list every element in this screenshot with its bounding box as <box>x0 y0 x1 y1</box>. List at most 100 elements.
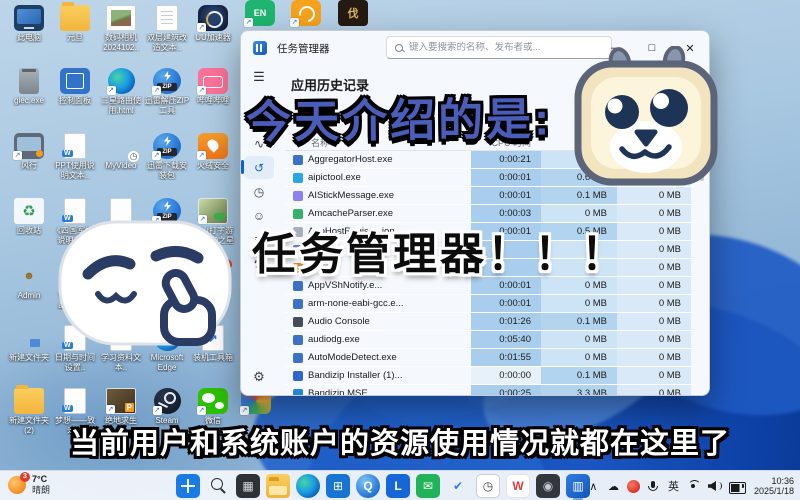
shortcut-arrow-icon: ↗ <box>13 151 22 160</box>
desktop-icon-en-app[interactable]: EN ↗ <box>237 0 283 28</box>
taskbar-task-app-icon[interactable]: ▦ <box>236 474 260 498</box>
tray-battery-icon[interactable] <box>728 478 746 494</box>
tray-volume-icon[interactable] <box>708 478 722 494</box>
desktop-icon-game-dark-app[interactable]: 伐 <box>330 0 376 28</box>
desktop-icon-orange-app[interactable]: ↗ <box>283 0 329 28</box>
taskbar-green-app-icon[interactable]: ✉ <box>416 474 440 498</box>
sidebar-item-app-history[interactable]: ↺ <box>241 156 274 179</box>
notifications-cell: 0 MB <box>617 205 691 222</box>
caption-middle: 任务管理器！！！ <box>252 230 628 279</box>
cpu-time-cell: 0:00:01 <box>471 187 541 204</box>
desktop-icon-photo-file[interactable]: 数码相机2024102.. <box>98 5 144 52</box>
notifications-cell: 0 MB <box>617 367 691 384</box>
taskbar-search-icon[interactable] <box>206 474 230 498</box>
desktop-icon-huorong[interactable]: ↗ 火绒安全 <box>190 133 236 171</box>
taskbar-explorer-icon[interactable] <box>266 474 290 498</box>
tray-chevron-icon[interactable]: ∧ <box>587 478 600 494</box>
process-name: AggregatorHost.exe <box>308 154 393 165</box>
desktop-icon-label: 元旦 <box>67 33 83 42</box>
task-manager-app-icon <box>253 41 267 55</box>
desktop-icon-admin-folder[interactable]: ☻ Admin <box>6 263 52 301</box>
caption-top: 今天介绍的是: <box>245 93 553 148</box>
desktop-icon-doc-file-1[interactable]: 双层建筑改造文本.. <box>144 5 190 52</box>
taskbar-docs-app-icon[interactable]: L <box>386 474 410 498</box>
table-row[interactable]: AutoModeDetect.exe 0:01:55 0 MB 0 MB <box>285 349 695 367</box>
tray-wifi-icon[interactable] <box>687 478 701 494</box>
taskbar-clock[interactable]: 10:36 2025/1/18 <box>754 476 794 497</box>
desktop-icon-zip-tool-2[interactable]: ZIP ↗ 迅雷下载安装包 <box>144 133 190 180</box>
desktop-icon-label: 迅雷下载安装包 <box>147 161 187 180</box>
menu-icon[interactable]: ☰ <box>253 69 265 85</box>
taskbar-store-icon[interactable]: ⊞ <box>326 474 350 498</box>
clock-date: 2025/1/18 <box>753 486 794 496</box>
desktop-icon-giec-exe[interactable]: giec.exe <box>6 68 52 106</box>
desktop-icon-label: giec.exe <box>14 96 44 105</box>
tray-mic-icon[interactable] <box>647 478 660 494</box>
folderuser-icon: ☻ <box>23 270 35 282</box>
desktop-icon-tool-app[interactable]: ↗ 风行 <box>6 133 52 171</box>
desktop-icon-bilibili[interactable]: ↗ 哔哩哔哩 <box>190 68 236 106</box>
desktop-icon-label: PPT使用说明文本.. <box>55 161 95 180</box>
shortcut-arrow-icon: ↗ <box>106 86 116 95</box>
desktop-icon-word-doc-1[interactable]: W PPT使用说明文本.. <box>52 133 98 180</box>
desktop-icon-label: 风行 <box>21 161 37 170</box>
desktop-icon-uu-booster[interactable]: ↗ UU加速器 <box>190 5 236 43</box>
notifications-cell: 0 MB <box>617 313 691 330</box>
desktop-icon-router-html[interactable]: ↗ 三星路由使用.html <box>98 68 144 115</box>
taskbar-cam-app-icon[interactable]: ◉ <box>536 474 560 498</box>
folder-icon <box>60 2 90 31</box>
sidebar-item-startup-apps[interactable]: ◷ <box>244 180 274 203</box>
process-name: Bandizip Installer (1)... <box>308 370 403 381</box>
bear-mascot-sticker <box>570 45 722 190</box>
desktop-icon-myvideo-folder[interactable]: ◷ MyVideo <box>98 133 144 171</box>
taskbar-quark-icon[interactable]: Q <box>356 474 380 498</box>
cpu-time-cell: 0:00:01 <box>471 295 541 312</box>
edge-icon: ↗ <box>106 68 135 95</box>
weather-badge: 3 <box>20 472 30 482</box>
cpu-time-cell: 0:05:40 <box>471 331 541 348</box>
tray-ime-icon[interactable]: 英 <box>667 478 680 494</box>
desktop-icon-label: 新建文件夹(2) <box>9 416 49 435</box>
folderclock-icon: ◷ <box>128 151 139 162</box>
process-name: arm-none-eabi-gcc.e... <box>308 298 404 309</box>
settings-gear-icon[interactable]: ⚙ <box>253 369 265 385</box>
desktop-icon-new-folder[interactable]: 新建文件夹 <box>6 325 52 363</box>
table-row[interactable]: Bandizip MSE 0:00:25 3.3 MB 0 MB <box>285 385 695 395</box>
cpu-time-cell: 0:00:00 <box>471 367 541 384</box>
desktop-icon-recycle-bin[interactable]: ♻ 回收站 <box>6 198 52 236</box>
taskbar-edge-icon[interactable] <box>296 474 320 498</box>
taskbar-clock-app-icon[interactable]: ◷ <box>476 474 500 498</box>
shortcut-arrow-icon: ↗ <box>152 151 161 160</box>
desktop-icon-this-pc[interactable]: 此电脑 <box>6 5 52 43</box>
desktop-icon-folder-yuandan[interactable]: 元旦 <box>52 2 98 43</box>
taskbar-checker-app-icon[interactable]: ✔ <box>446 474 470 498</box>
network-cell: 0 MB <box>541 331 617 348</box>
table-row[interactable]: Bandizip Installer (1)... 0:00:00 0.1 MB 0 … <box>285 367 695 385</box>
weather-widget[interactable]: 3 7°C 晴朗 <box>8 472 51 496</box>
tray-cloud-icon[interactable]: ☁ <box>607 478 620 494</box>
taskbar-pinned-icons: ▦ ⊞ Q L ✉ ✔ ◷ W ◉ ▥ <box>176 474 590 500</box>
weather-condition: 晴朗 <box>32 485 51 495</box>
desktop-icon-label: UU加速器 <box>195 33 231 42</box>
desktop-icon-label: 火绒安全 <box>197 161 229 170</box>
shortcut-arrow-icon: ↗ <box>197 23 206 32</box>
table-row[interactable]: arm-none-eabi-gcc.e... 0:00:01 0 MB 0 MB <box>285 295 695 313</box>
mascot-thumbs-up-sticker <box>54 214 238 368</box>
cpu-time-cell: 0:00:21 <box>471 151 541 168</box>
uu-icon: ↗ <box>197 5 228 32</box>
desktop-icon-new-folder-2[interactable]: 新建文件夹(2) <box>6 385 52 435</box>
desktop-icon-control-panel[interactable]: 控制面板 <box>52 68 98 106</box>
network-cell: 0.1 MB <box>541 367 617 384</box>
zip-icon: ZIP↗ <box>152 133 181 160</box>
tray-reddot-icon[interactable] <box>626 479 640 493</box>
panel-icon <box>60 68 90 94</box>
word-icon: W <box>62 133 86 159</box>
cpu-time-cell: 0:00:25 <box>471 385 541 395</box>
table-row[interactable]: audiodg.exe 0:05:40 0 MB 0 MB <box>285 331 695 349</box>
table-row[interactable]: Audio Console 0:01:26 0.1 MB 0 MB <box>285 313 695 331</box>
taskbar-wps-icon[interactable]: W <box>506 474 530 498</box>
img-icon <box>106 5 136 31</box>
desktop-icon-zip-tool-1[interactable]: ZIP ↗ 迅雷解压ZIP工具 <box>144 68 190 115</box>
desktop-icon-label: 此电脑 <box>17 33 41 42</box>
taskbar-start-icon[interactable] <box>176 474 200 498</box>
